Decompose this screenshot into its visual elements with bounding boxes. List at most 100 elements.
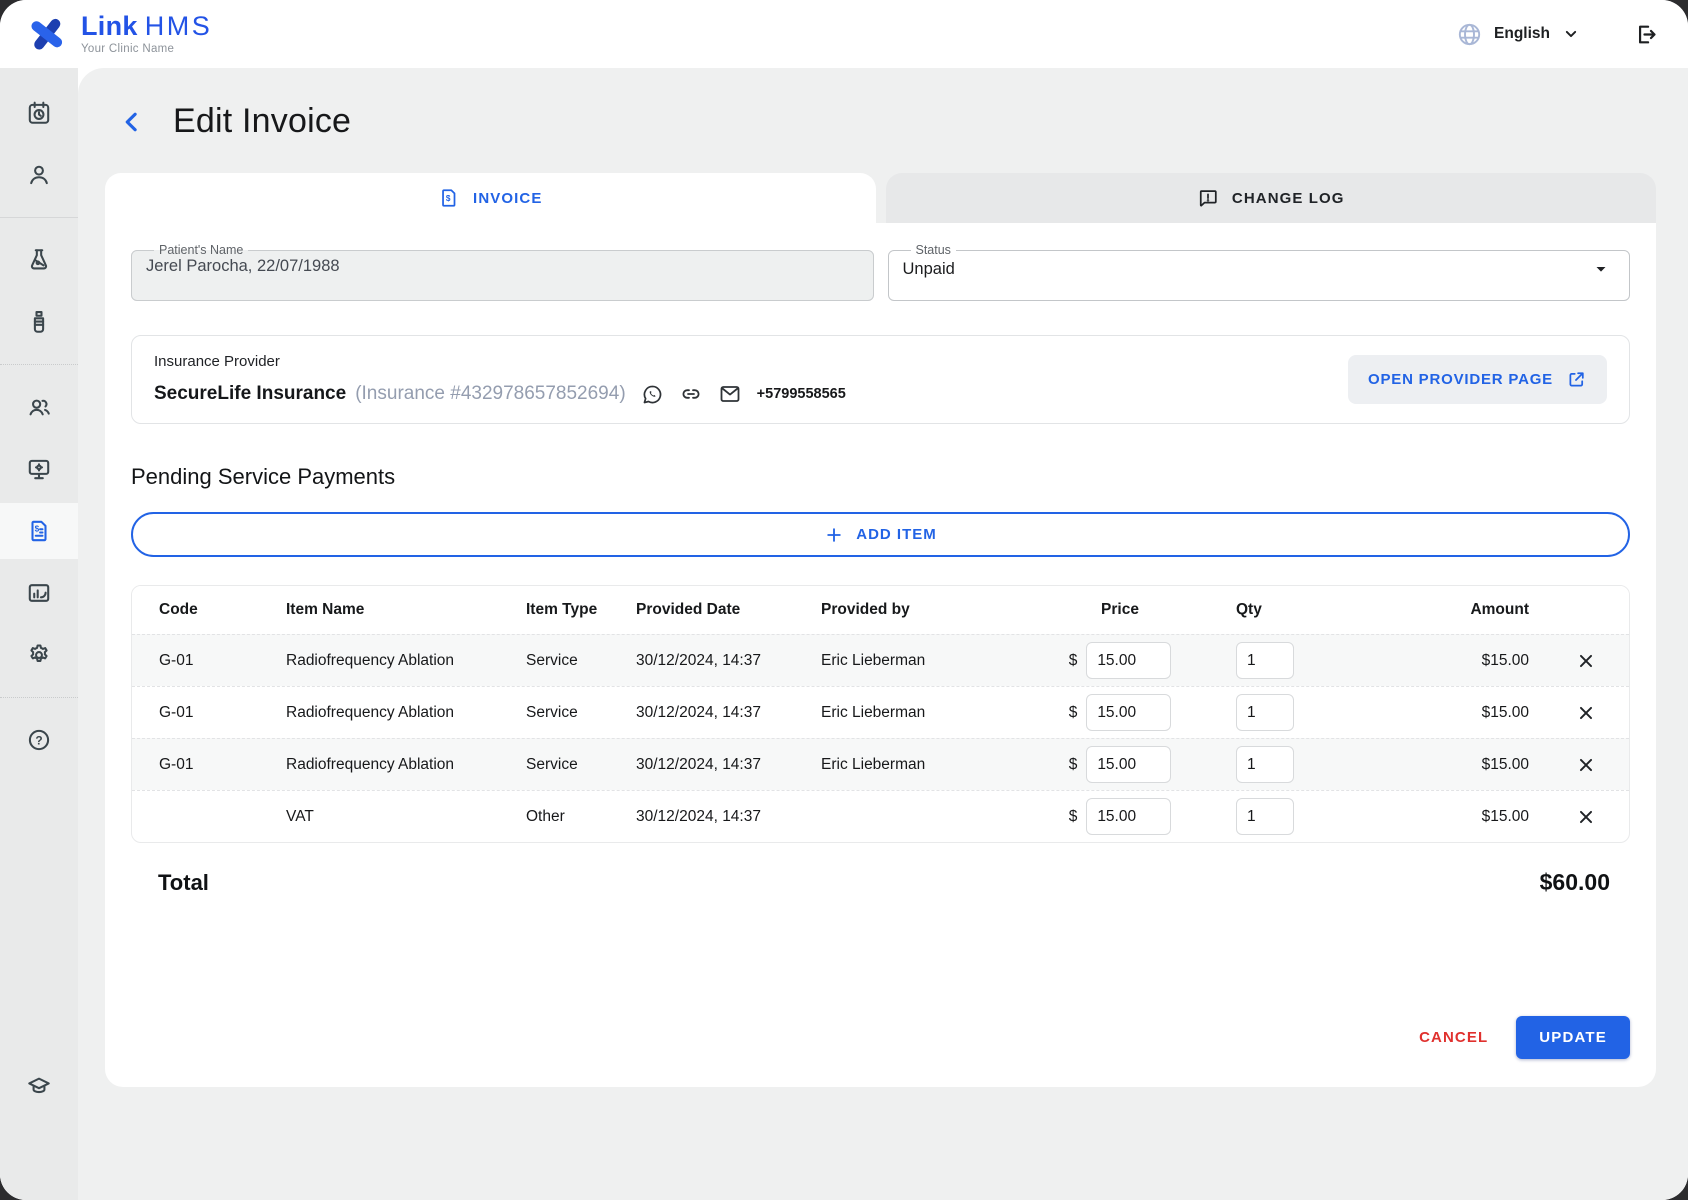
table-row: G-01 Radiofrequency Ablation Service 30/… (132, 634, 1629, 686)
remove-item-button[interactable] (1573, 648, 1599, 674)
invoice-icon: $ (26, 518, 52, 544)
logout-button[interactable] (1633, 22, 1658, 47)
patient-icon (26, 162, 52, 188)
language-selector[interactable]: English (1456, 21, 1581, 48)
sidebar-item-staff[interactable] (0, 379, 78, 435)
sidebar-item-laboratory[interactable] (0, 232, 78, 288)
cell-price: $ (1032, 694, 1222, 731)
cell-amount: $15.00 (1367, 808, 1539, 826)
email-button[interactable] (718, 382, 742, 406)
monitor-gear-icon (26, 456, 52, 482)
settings-gear-icon (26, 642, 52, 668)
back-button[interactable] (117, 107, 147, 137)
qty-input[interactable] (1236, 746, 1294, 783)
table-header-row: Code Item Name Item Type Provided Date P… (132, 586, 1629, 634)
patient-name-label: Patient's Name (154, 243, 248, 257)
brand-logo: Link HMS Your Clinic Name (26, 13, 212, 55)
price-input[interactable] (1086, 642, 1171, 679)
tab-change-log-label: CHANGE LOG (1232, 190, 1345, 207)
total-label: Total (158, 870, 209, 896)
add-item-label: ADD ITEM (856, 526, 937, 543)
svg-text:$: $ (35, 525, 40, 534)
sidebar-item-reports[interactable] (0, 565, 78, 621)
currency-symbol: $ (1069, 652, 1078, 670)
price-input[interactable] (1086, 694, 1171, 731)
copy-link-button[interactable] (679, 382, 703, 406)
cell-provided-date: 30/12/2024, 14:37 (632, 756, 817, 774)
mail-icon (718, 382, 742, 406)
cell-amount: $15.00 (1367, 652, 1539, 670)
sidebar-item-patients[interactable] (0, 147, 78, 203)
calendar-clock-icon (26, 100, 52, 126)
price-input[interactable] (1086, 798, 1171, 835)
cell-provided-date: 30/12/2024, 14:37 (632, 704, 817, 722)
remove-item-button[interactable] (1573, 804, 1599, 830)
tab-invoice[interactable]: $ INVOICE (105, 173, 876, 223)
sidebar-item-education[interactable] (0, 1058, 78, 1114)
table-row: G-01 Radiofrequency Ablation Service 30/… (132, 686, 1629, 738)
tab-change-log[interactable]: CHANGE LOG (886, 173, 1657, 223)
qty-input[interactable] (1236, 798, 1294, 835)
close-icon (1575, 650, 1597, 672)
cell-item-type: Other (522, 808, 632, 826)
sidebar-item-settings[interactable] (0, 627, 78, 683)
chevron-down-icon (1561, 24, 1581, 44)
cell-amount: $15.00 (1367, 756, 1539, 774)
insurance-phone: +5799558565 (757, 386, 846, 402)
sidebar-item-help[interactable]: ? (0, 712, 78, 768)
cell-code: G-01 (132, 704, 282, 722)
sidebar-item-billing[interactable]: $ (0, 503, 78, 559)
whatsapp-icon (641, 383, 664, 406)
update-button[interactable]: UPDATE (1516, 1016, 1630, 1059)
cell-provided-date: 30/12/2024, 14:37 (632, 652, 817, 670)
sidebar-divider (0, 697, 78, 698)
cell-amount: $15.00 (1367, 704, 1539, 722)
brand-name: Link HMS (81, 13, 212, 40)
cancel-button[interactable]: CANCEL (1419, 1029, 1488, 1046)
changelog-bubble-icon (1197, 187, 1219, 209)
status-label: Status (911, 243, 956, 257)
staff-users-icon (26, 394, 52, 420)
col-price: Price (1032, 601, 1222, 619)
remove-item-button[interactable] (1573, 700, 1599, 726)
svg-text:$: $ (446, 194, 452, 203)
col-provided-by: Provided by (817, 601, 1032, 619)
close-icon (1575, 702, 1597, 724)
qty-input[interactable] (1236, 642, 1294, 679)
remove-item-button[interactable] (1573, 752, 1599, 778)
col-code: Code (132, 601, 282, 619)
whatsapp-button[interactable] (641, 383, 664, 406)
invoice-items-table: Code Item Name Item Type Provided Date P… (131, 585, 1630, 843)
svg-text:?: ? (35, 733, 42, 747)
lab-flask-icon (26, 247, 52, 273)
insurance-provider-panel: Insurance Provider SecureLife Insurance … (131, 335, 1630, 424)
cell-item-name: VAT (282, 808, 522, 826)
cell-item-type: Service (522, 652, 632, 670)
sidebar-item-devices[interactable] (0, 441, 78, 497)
col-provided-date: Provided Date (632, 601, 817, 619)
cell-price: $ (1032, 798, 1222, 835)
sidebar-item-pharmacy[interactable] (0, 294, 78, 350)
insurance-section-label: Insurance Provider (154, 353, 846, 370)
cell-item-name: Radiofrequency Ablation (282, 756, 522, 774)
status-select[interactable]: Unpaid (903, 257, 1616, 281)
patient-name-field: Patient's Name (131, 243, 874, 301)
sidebar-item-appointments[interactable] (0, 85, 78, 141)
status-field: Status Unpaid (888, 243, 1631, 301)
sidebar: $ (0, 68, 78, 1200)
cell-qty (1222, 694, 1367, 731)
currency-symbol: $ (1069, 756, 1078, 774)
cell-provided-by: Eric Lieberman (817, 704, 1032, 722)
help-icon: ? (26, 727, 52, 753)
qty-input[interactable] (1236, 694, 1294, 731)
back-icon (117, 107, 147, 137)
tab-bar: $ INVOICE CHANGE LOG (105, 173, 1656, 223)
clinic-cross-icon (26, 13, 68, 55)
page-title: Edit Invoice (173, 102, 351, 141)
open-provider-page-button[interactable]: OPEN PROVIDER PAGE (1348, 355, 1607, 404)
cell-provided-by: Eric Lieberman (817, 652, 1032, 670)
price-input[interactable] (1086, 746, 1171, 783)
col-item-type: Item Type (522, 601, 632, 619)
cell-item-name: Radiofrequency Ablation (282, 704, 522, 722)
add-item-button[interactable]: ADD ITEM (131, 512, 1630, 557)
